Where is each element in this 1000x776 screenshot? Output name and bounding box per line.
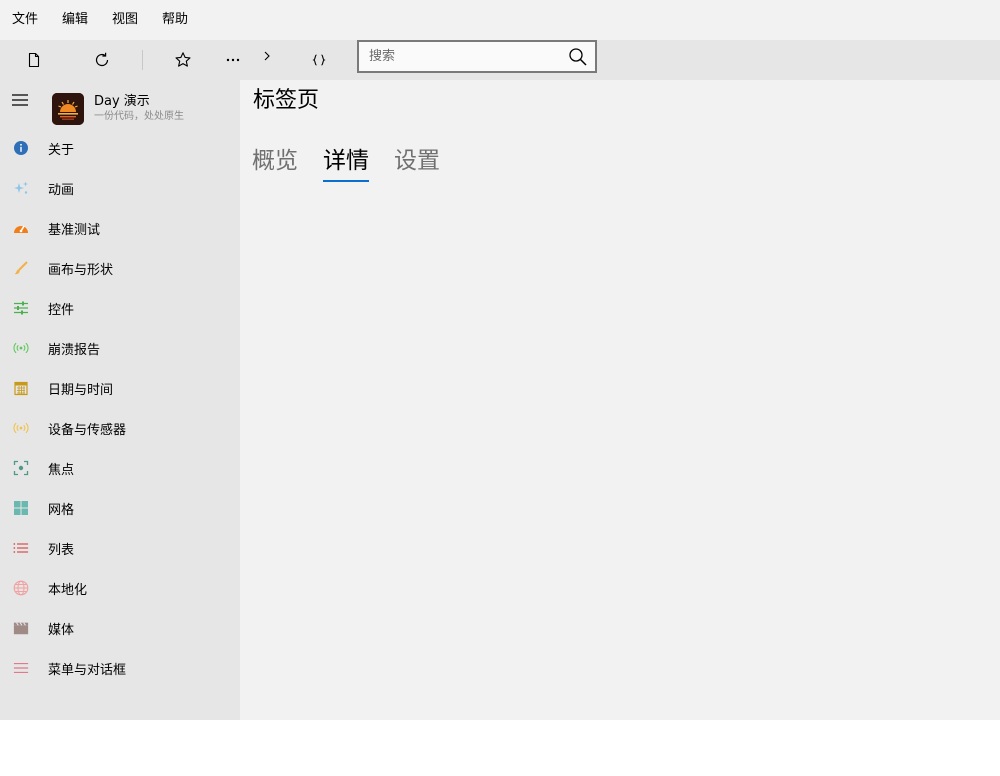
menu-lines-icon xyxy=(13,662,29,674)
clapper-icon xyxy=(13,622,29,635)
nav-item-canvas[interactable]: 画布与形状 xyxy=(0,248,240,288)
app-tagline: 一份代码，处处原生 xyxy=(94,111,184,122)
nav-item-label: 画布与形状 xyxy=(48,262,114,278)
new-page-button[interactable] xyxy=(14,40,54,80)
menu-file[interactable]: 文件 xyxy=(0,0,50,40)
nav-item-devices-sensors[interactable]: 设备与传感器 xyxy=(0,408,240,448)
nav-item-about[interactable]: 关于 xyxy=(0,128,240,168)
nav-item-animation[interactable]: 动画 xyxy=(0,168,240,208)
page-title: 标签页 xyxy=(253,88,320,113)
nav-item-benchmark[interactable]: 基准测试 xyxy=(0,208,240,248)
code-button[interactable] xyxy=(299,40,339,80)
hamburger-icon xyxy=(12,94,28,106)
sliders-icon xyxy=(14,301,28,315)
nav-item-label: 菜单与对话框 xyxy=(48,662,127,678)
toolbar-separator xyxy=(142,50,143,70)
nav-item-label: 关于 xyxy=(48,142,75,158)
globe-icon xyxy=(13,580,29,596)
more-icon xyxy=(226,58,240,62)
favorite-button[interactable] xyxy=(163,40,203,80)
nav-list: 关于 动画 基准测试 画布与形状 控件 崩溃报告 日期与时间 设备与传感器 焦点… xyxy=(0,128,240,688)
nav-item-controls[interactable]: 控件 xyxy=(0,288,240,328)
sunrise-logo-icon xyxy=(52,93,84,125)
broadcast-icon xyxy=(13,342,29,354)
nav-item-label: 崩溃报告 xyxy=(48,342,101,358)
sidebar: Day 演示 一份代码，处处原生 关于 动画 基准测试 画布与形状 控件 崩溃报… xyxy=(0,80,240,720)
refresh-button[interactable] xyxy=(82,40,122,80)
list-icon xyxy=(13,543,29,553)
info-icon xyxy=(14,141,28,155)
sparkle-icon xyxy=(14,181,28,194)
search-box xyxy=(357,40,597,73)
brush-icon xyxy=(14,261,28,275)
tab-strip: 概览 详情 设置 xyxy=(252,144,465,182)
nav-item-label: 基准测试 xyxy=(48,222,101,238)
nav-item-label: 日期与时间 xyxy=(48,382,114,398)
search-button[interactable] xyxy=(561,42,595,71)
overflow-button[interactable] xyxy=(247,40,287,72)
nav-item-label: 媒体 xyxy=(48,622,75,638)
search-icon xyxy=(569,47,587,66)
search-input[interactable] xyxy=(359,42,569,71)
page-icon xyxy=(28,52,40,68)
grid-icon xyxy=(14,501,28,515)
main-content: 标签页 概览 详情 设置 xyxy=(240,80,1000,720)
nav-item-focus[interactable]: 焦点 xyxy=(0,448,240,488)
menu-edit[interactable]: 编辑 xyxy=(50,0,100,40)
braces-icon xyxy=(312,54,326,66)
calendar-icon xyxy=(14,381,28,396)
tab-details[interactable]: 详情 xyxy=(323,144,369,182)
nav-item-label: 本地化 xyxy=(48,582,88,598)
menu-view[interactable]: 视图 xyxy=(100,0,150,40)
toolbar xyxy=(0,40,1000,80)
star-icon xyxy=(175,52,191,67)
nav-item-date-time[interactable]: 日期与时间 xyxy=(0,368,240,408)
app-header: Day 演示 一份代码，处处原生 xyxy=(52,92,184,126)
app-name: Day 演示 xyxy=(94,94,150,109)
nav-item-menus-dialogs[interactable]: 菜单与对话框 xyxy=(0,648,240,688)
nav-item-crash-report[interactable]: 崩溃报告 xyxy=(0,328,240,368)
hamburger-button[interactable] xyxy=(0,80,40,120)
menu-help[interactable]: 帮助 xyxy=(150,0,200,40)
nav-item-localization[interactable]: 本地化 xyxy=(0,568,240,608)
nav-item-label: 焦点 xyxy=(48,462,75,478)
app-window: 文件 编辑 视图 帮助 搜索 Day 演示 一份代码，处处原生 关于 动画 基准… xyxy=(0,0,1000,776)
nav-item-media[interactable]: 媒体 xyxy=(0,608,240,648)
tab-overview[interactable]: 概览 xyxy=(252,144,298,178)
chevron-right-icon xyxy=(264,51,270,61)
nav-item-label: 网格 xyxy=(48,502,75,518)
focus-icon xyxy=(13,460,29,476)
refresh-icon xyxy=(95,52,109,67)
sensor-icon xyxy=(13,422,29,434)
nav-item-label: 设备与传感器 xyxy=(48,422,127,438)
nav-item-label: 列表 xyxy=(48,542,75,558)
nav-item-label: 动画 xyxy=(48,182,75,198)
nav-item-label: 控件 xyxy=(48,302,75,318)
menu-bar: 文件 编辑 视图 帮助 xyxy=(0,0,1000,40)
tab-settings[interactable]: 设置 xyxy=(394,144,440,178)
nav-item-list[interactable]: 列表 xyxy=(0,528,240,568)
app-logo xyxy=(52,93,84,125)
speedometer-icon xyxy=(14,225,28,233)
nav-item-grid[interactable]: 网格 xyxy=(0,488,240,528)
